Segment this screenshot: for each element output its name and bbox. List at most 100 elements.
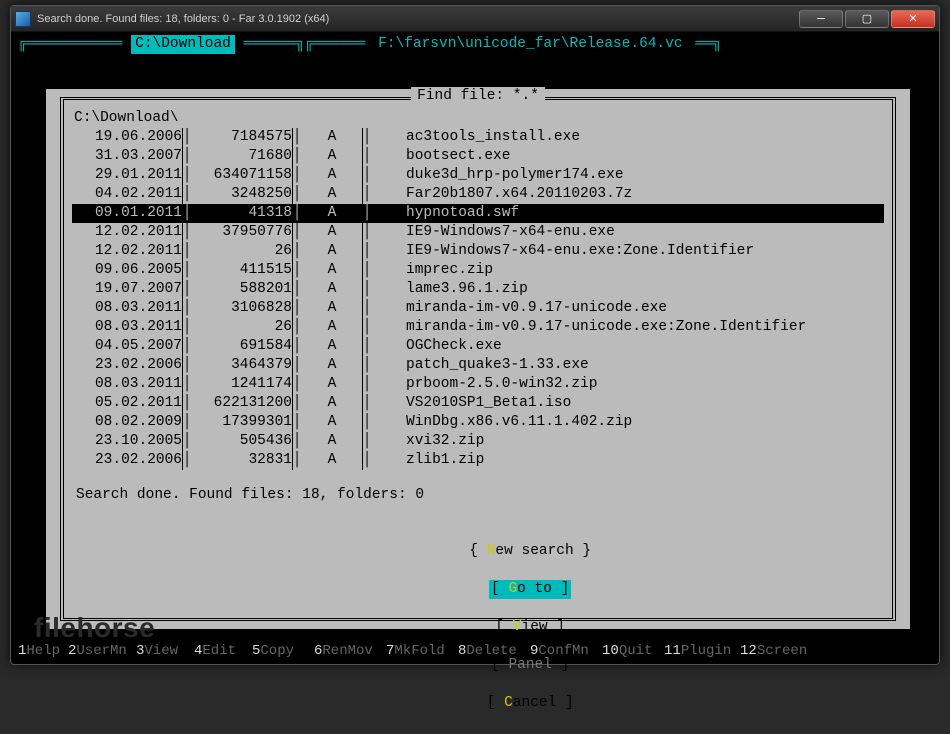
file-name: miranda-im-v0.9.17-unicode.exe:Zone.Iden… (402, 318, 884, 337)
fkey-3[interactable]: 3View (136, 642, 194, 661)
file-name: OGCheck.exe (402, 337, 884, 356)
file-name: IE9-Windows7-x64-enu.exe:Zone.Identifier (402, 242, 884, 261)
file-name: hypnotoad.swf (402, 204, 884, 223)
titlebar-text: Search done. Found files: 18, folders: 0… (37, 13, 797, 25)
file-size: 3248250 (192, 185, 292, 204)
panel-header-row: ╔═══════════ C:\Download ══════╗╔══════ … (18, 35, 932, 54)
file-attr: A (302, 375, 362, 394)
file-date: 09.01.2011 (72, 204, 182, 223)
file-size: 505436 (192, 432, 292, 451)
new-search-button[interactable]: { New search } (467, 542, 593, 561)
file-date: 12.02.2011 (72, 242, 182, 261)
file-row[interactable]: 08.02.2009│17399301│A│WinDbg.x86.v6.11.1… (72, 413, 884, 432)
file-row[interactable]: 29.01.2011│634071158│A│duke3d_hrp-polyme… (72, 166, 884, 185)
maximize-button[interactable]: ▢ (845, 10, 889, 28)
file-attr: A (302, 261, 362, 280)
file-attr: A (302, 356, 362, 375)
file-date: 04.05.2007 (72, 337, 182, 356)
file-name: prboom-2.5.0-win32.zip (402, 375, 884, 394)
file-size: 32831 (192, 451, 292, 470)
file-date: 19.07.2007 (72, 280, 182, 299)
file-date: 05.02.2011 (72, 394, 182, 413)
file-date: 08.02.2009 (72, 413, 182, 432)
fkey-1[interactable]: 1Help (18, 642, 68, 661)
file-date: 08.03.2011 (72, 375, 182, 394)
minimize-button[interactable]: ─ (799, 10, 843, 28)
file-name: IE9-Windows7-x64-enu.exe (402, 223, 884, 242)
fkey-7[interactable]: 7MkFold (386, 642, 458, 661)
fkey-6[interactable]: 6RenMov (314, 642, 386, 661)
left-panel-path[interactable]: C:\Download (131, 35, 235, 54)
file-date: 31.03.2007 (72, 147, 182, 166)
fkey-9[interactable]: 9ConfMn (530, 642, 602, 661)
file-name: miranda-im-v0.9.17-unicode.exe (402, 299, 884, 318)
file-size: 3464379 (192, 356, 292, 375)
fkey-11[interactable]: 11Plugin (664, 642, 740, 661)
file-date: 23.02.2006 (72, 451, 182, 470)
file-attr: A (302, 147, 362, 166)
file-size: 634071158 (192, 166, 292, 185)
fkey-12[interactable]: 12Screen (740, 642, 812, 661)
file-name: bootsect.exe (402, 147, 884, 166)
fkey-8[interactable]: 8Delete (458, 642, 530, 661)
file-row[interactable]: 08.03.2011│3106828│A│miranda-im-v0.9.17-… (72, 299, 884, 318)
file-row[interactable]: 12.02.2011│37950776│A│IE9-Windows7-x64-e… (72, 223, 884, 242)
app-icon (15, 11, 31, 27)
view-button[interactable]: [ View ] (493, 618, 567, 637)
file-size: 37950776 (192, 223, 292, 242)
fkey-5[interactable]: 5Copy (252, 642, 314, 661)
file-date: 09.06.2005 (72, 261, 182, 280)
file-name: zlib1.zip (402, 451, 884, 470)
file-row[interactable]: 09.01.2011│41318│A│hypnotoad.swf (72, 204, 884, 223)
dialog-title: Find file: *.* (411, 87, 545, 106)
fkey-4[interactable]: 4Edit (194, 642, 252, 661)
file-attr: A (302, 299, 362, 318)
file-row[interactable]: 04.05.2007│691584│A│OGCheck.exe (72, 337, 884, 356)
file-name: VS2010SP1_Beta1.iso (402, 394, 884, 413)
file-attr: A (302, 318, 362, 337)
file-attr: A (302, 185, 362, 204)
file-size: 3106828 (192, 299, 292, 318)
file-row[interactable]: 08.03.2011│1241174│A│prboom-2.5.0-win32.… (72, 375, 884, 394)
file-size: 622131200 (192, 394, 292, 413)
file-row[interactable]: 04.02.2011│3248250│A│Far20b1807.x64.2011… (72, 185, 884, 204)
file-row[interactable]: 23.02.2006│32831│A│zlib1.zip (72, 451, 884, 470)
titlebar[interactable]: Search done. Found files: 18, folders: 0… (11, 6, 939, 32)
file-row[interactable]: 19.07.2007│588201│A│lame3.96.1.zip (72, 280, 884, 299)
file-size: 7184575 (192, 128, 292, 147)
cancel-button[interactable]: [ Cancel ] (485, 694, 576, 713)
file-row[interactable]: 19.06.2006│7184575│A│ac3tools_install.ex… (72, 128, 884, 147)
goto-button[interactable]: [ Go to ] (489, 580, 571, 599)
file-attr: A (302, 432, 362, 451)
right-panel-path[interactable]: F:\farsvn\unicode_far\Release.64.vc (374, 35, 687, 54)
file-date: 08.03.2011 (72, 299, 182, 318)
close-button[interactable]: ✕ (891, 10, 935, 28)
file-size: 17399301 (192, 413, 292, 432)
file-attr: A (302, 337, 362, 356)
file-date: 19.06.2006 (72, 128, 182, 147)
file-attr: A (302, 394, 362, 413)
file-name: xvi32.zip (402, 432, 884, 451)
file-row[interactable]: 05.02.2011│622131200│A│VS2010SP1_Beta1.i… (72, 394, 884, 413)
fkey-10[interactable]: 10Quit (602, 642, 664, 661)
find-file-dialog: Find file: *.* C:\Download\ 19.06.2006│7… (46, 89, 910, 629)
file-size: 411515 (192, 261, 292, 280)
file-attr: A (302, 413, 362, 432)
file-attr: A (302, 242, 362, 261)
fkey-2[interactable]: 2UserMn (68, 642, 136, 661)
file-row[interactable]: 08.03.2011│26│A│miranda-im-v0.9.17-unico… (72, 318, 884, 337)
file-attr: A (302, 280, 362, 299)
file-row[interactable]: 09.06.2005│411515│A│imprec.zip (72, 261, 884, 280)
file-size: 26 (192, 242, 292, 261)
file-row[interactable]: 23.02.2006│3464379│A│patch_quake3-1.33.e… (72, 356, 884, 375)
file-name: WinDbg.x86.v6.11.1.402.zip (402, 413, 884, 432)
file-date: 23.02.2006 (72, 356, 182, 375)
file-size: 71680 (192, 147, 292, 166)
file-attr: A (302, 128, 362, 147)
file-date: 12.02.2011 (72, 223, 182, 242)
file-row[interactable]: 31.03.2007│71680│A│bootsect.exe (72, 147, 884, 166)
file-row[interactable]: 12.02.2011│26│A│IE9-Windows7-x64-enu.exe… (72, 242, 884, 261)
file-size: 41318 (192, 204, 292, 223)
file-list[interactable]: 19.06.2006│7184575│A│ac3tools_install.ex… (72, 128, 884, 470)
file-row[interactable]: 23.10.2005│505436│A│xvi32.zip (72, 432, 884, 451)
